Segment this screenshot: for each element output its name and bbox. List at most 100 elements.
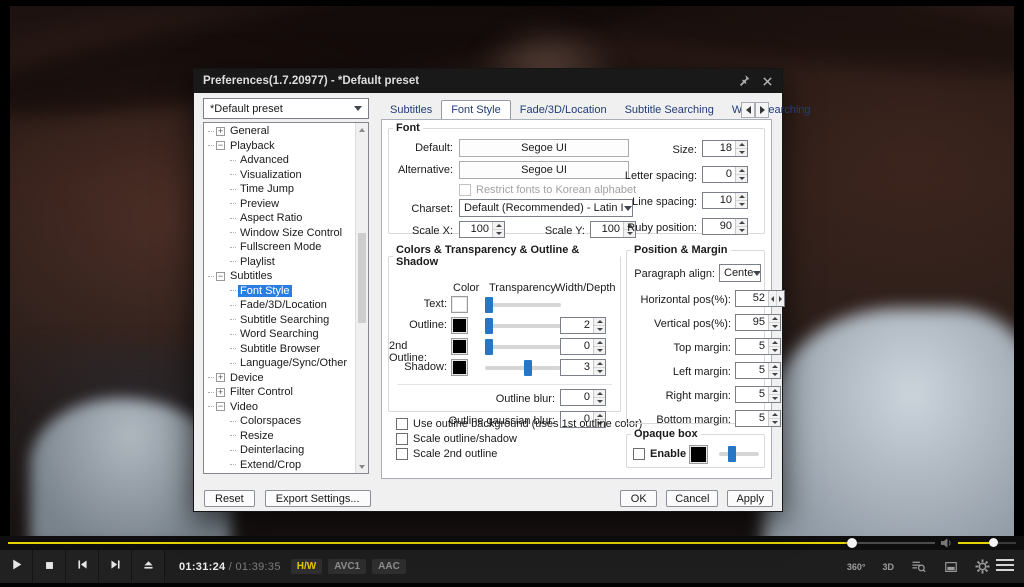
playlist-search-icon[interactable]: [911, 559, 927, 574]
collapse-icon[interactable]: −: [216, 272, 225, 281]
menu-icon[interactable]: [996, 559, 1014, 573]
volume-thumb[interactable]: [989, 538, 998, 547]
letter-spacing-spinner[interactable]: 0: [702, 166, 748, 183]
spin-down-icon[interactable]: [769, 418, 780, 426]
tab-subtitles[interactable]: Subtitles: [381, 101, 441, 119]
preset-select[interactable]: *Default preset: [203, 98, 369, 119]
tree-item-general[interactable]: +General: [204, 124, 355, 139]
spin-down-icon[interactable]: [736, 226, 747, 234]
tree-item-playback[interactable]: −Playback: [204, 139, 355, 154]
tab-scroll-left[interactable]: [741, 102, 755, 118]
spin-up-icon[interactable]: [594, 318, 605, 325]
outline-width-spinner[interactable]: 2: [560, 317, 606, 334]
tree-item-font-style[interactable]: Font Style: [204, 284, 355, 299]
spin-down-icon[interactable]: [594, 367, 605, 375]
spin-right-icon[interactable]: [776, 291, 784, 306]
volume-slider[interactable]: [958, 542, 1016, 544]
tree-item-subtitle-browser[interactable]: Subtitle Browser: [204, 342, 355, 357]
tree-item-extend-crop[interactable]: Extend/Crop: [204, 458, 355, 473]
tab-subtitle-searching[interactable]: Subtitle Searching: [616, 101, 723, 119]
tab-scroll-right[interactable]: [755, 102, 769, 118]
tree-item-preview[interactable]: Preview: [204, 197, 355, 212]
transparency-slider[interactable]: [485, 360, 561, 376]
color-swatch[interactable]: [451, 296, 468, 313]
spin-down-icon[interactable]: [769, 370, 780, 378]
shadow-width-spinner[interactable]: 3: [560, 359, 606, 376]
tab-font-style[interactable]: Font Style: [441, 100, 511, 120]
outline-blur-spinner[interactable]: 0: [560, 389, 606, 406]
color-swatch[interactable]: [451, 317, 468, 334]
slider-thumb[interactable]: [485, 318, 493, 334]
reset-button[interactable]: Reset: [204, 490, 255, 507]
tree-item-video[interactable]: −Video: [204, 400, 355, 415]
slider-thumb[interactable]: [485, 339, 493, 355]
left-margin-spinner[interactable]: 5: [735, 362, 781, 379]
ruby-position-spinner[interactable]: 90: [702, 218, 748, 235]
paragraph-align-select[interactable]: Cente: [719, 264, 761, 282]
pin-icon[interactable]: [738, 75, 750, 87]
color-swatch[interactable]: [451, 359, 468, 376]
tree-item-advanced[interactable]: Advanced: [204, 153, 355, 168]
2nd-outline-width-spinner[interactable]: 0: [560, 338, 606, 355]
spin-up-icon[interactable]: [769, 387, 780, 394]
spin-up-icon[interactable]: [769, 315, 780, 322]
spin-down-icon[interactable]: [493, 229, 504, 237]
spin-down-icon[interactable]: [769, 322, 780, 330]
tree-item-deinterlacing[interactable]: Deinterlacing: [204, 443, 355, 458]
previous-button[interactable]: [66, 550, 99, 583]
ok-button[interactable]: OK: [620, 490, 657, 507]
panel-icon[interactable]: [944, 560, 958, 574]
tree-item-playlist[interactable]: Playlist: [204, 255, 355, 270]
line-spacing-spinner[interactable]: 10: [702, 192, 748, 209]
3d-icon[interactable]: 3D: [882, 562, 894, 572]
spin-up-icon[interactable]: [493, 222, 504, 229]
tree-item-colorspaces[interactable]: Colorspaces: [204, 414, 355, 429]
expand-icon[interactable]: +: [216, 127, 225, 136]
tree-item-subtitle-searching[interactable]: Subtitle Searching: [204, 313, 355, 328]
vertical-pos-spinner[interactable]: 95: [735, 314, 781, 331]
transparency-slider[interactable]: [485, 339, 561, 355]
transparency-slider[interactable]: [485, 297, 561, 313]
seekbar-thumb[interactable]: [847, 538, 857, 548]
spin-down-icon[interactable]: [736, 148, 747, 156]
expand-icon[interactable]: +: [216, 388, 225, 397]
tree-item-level-offset[interactable]: Level/Offset: [204, 472, 355, 473]
scroll-down-icon[interactable]: [356, 460, 368, 473]
right-margin-spinner[interactable]: 5: [735, 386, 781, 403]
opaque-transparency-slider[interactable]: [719, 446, 759, 462]
transparency-slider[interactable]: [485, 318, 561, 334]
slider-thumb[interactable]: [728, 446, 736, 462]
tree-item-device[interactable]: +Device: [204, 371, 355, 386]
spin-down-icon[interactable]: [594, 325, 605, 333]
scroll-up-icon[interactable]: [356, 123, 368, 136]
spin-up-icon[interactable]: [736, 193, 747, 200]
export-settings-button[interactable]: Export Settings...: [265, 490, 371, 507]
apply-button[interactable]: Apply: [727, 490, 773, 507]
slider-thumb[interactable]: [485, 297, 493, 313]
spin-left-icon[interactable]: [769, 291, 776, 306]
spin-down-icon[interactable]: [594, 397, 605, 405]
tree-scrollbar-thumb[interactable]: [358, 233, 366, 323]
korean-restrict-checkbox[interactable]: Restrict fonts to Korean alphabet: [459, 184, 636, 196]
tree-item-aspect-ratio[interactable]: Aspect Ratio: [204, 211, 355, 226]
expand-icon[interactable]: +: [216, 373, 225, 382]
collapse-icon[interactable]: −: [216, 402, 225, 411]
spin-down-icon[interactable]: [769, 394, 780, 402]
color-swatch[interactable]: [451, 338, 468, 355]
spin-down-icon[interactable]: [769, 346, 780, 354]
play-button[interactable]: [0, 550, 33, 583]
spin-up-icon[interactable]: [736, 219, 747, 226]
spin-up-icon[interactable]: [594, 339, 605, 346]
bottom-margin-spinner[interactable]: 5: [735, 410, 781, 427]
option-checkbox-scale-2nd-outline[interactable]: Scale 2nd outline: [396, 448, 642, 460]
cancel-button[interactable]: Cancel: [666, 490, 718, 507]
tree-item-subtitles[interactable]: −Subtitles: [204, 269, 355, 284]
top-margin-spinner[interactable]: 5: [735, 338, 781, 355]
spin-up-icon[interactable]: [594, 390, 605, 397]
tree-item-visualization[interactable]: Visualization: [204, 168, 355, 183]
tree-item-word-searching[interactable]: Word Searching: [204, 327, 355, 342]
volume-icon[interactable]: [940, 537, 953, 549]
stop-button[interactable]: [33, 550, 66, 583]
tab-word-searching[interactable]: Word Searching: [723, 101, 820, 119]
tree-scrollbar[interactable]: [355, 123, 368, 473]
